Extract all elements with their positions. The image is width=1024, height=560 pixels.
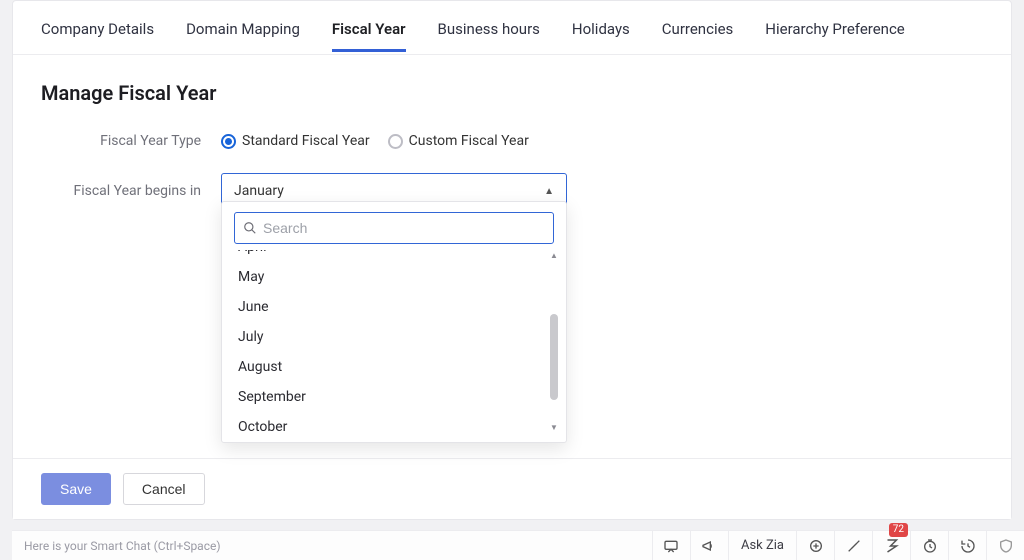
notification-badge: 72 xyxy=(889,523,908,537)
save-button[interactable]: Save xyxy=(41,473,111,505)
tab-bar: Company Details Domain Mapping Fiscal Ye… xyxy=(13,1,1011,55)
label-fiscal-type: Fiscal Year Type xyxy=(41,133,221,149)
scroll-thumb[interactable] xyxy=(550,314,558,400)
radio-standard-fiscal[interactable]: Standard Fiscal Year xyxy=(221,133,370,149)
megaphone-icon[interactable] xyxy=(690,531,728,560)
tab-currencies[interactable]: Currencies xyxy=(662,4,734,52)
radio-label: Standard Fiscal Year xyxy=(242,133,370,149)
dropdown-search-input[interactable] xyxy=(263,220,545,236)
option-may[interactable]: May xyxy=(222,262,546,292)
tab-business-hours[interactable]: Business hours xyxy=(438,4,540,52)
smart-chat-hint[interactable]: Here is your Smart Chat (Ctrl+Space) xyxy=(12,539,221,553)
chevron-up-icon: ▲ xyxy=(544,186,554,197)
option-september[interactable]: September xyxy=(222,382,546,412)
scrollbar[interactable]: ▲ ▼ xyxy=(550,252,558,432)
tab-domain-mapping[interactable]: Domain Mapping xyxy=(186,4,300,52)
history-icon[interactable] xyxy=(948,531,986,560)
page-title: Manage Fiscal Year xyxy=(41,81,983,105)
dropdown-search[interactable] xyxy=(234,212,554,244)
label-fiscal-begins: Fiscal Year begins in xyxy=(41,183,221,199)
search-icon xyxy=(243,221,257,235)
tab-fiscal-year[interactable]: Fiscal Year xyxy=(332,4,406,52)
radio-group-fiscal-type: Standard Fiscal Year Custom Fiscal Year xyxy=(221,133,529,149)
settings-card: Company Details Domain Mapping Fiscal Ye… xyxy=(12,0,1012,520)
radio-icon xyxy=(388,134,403,149)
radio-icon xyxy=(221,134,236,149)
radio-label: Custom Fiscal Year xyxy=(409,133,529,149)
tab-company-details[interactable]: Company Details xyxy=(41,4,154,52)
bottom-bar: Here is your Smart Chat (Ctrl+Space) Ask… xyxy=(12,530,1024,560)
zia-icon[interactable]: 72 xyxy=(872,531,910,560)
option-june[interactable]: June xyxy=(222,292,546,322)
tab-holidays[interactable]: Holidays xyxy=(572,4,630,52)
row-fiscal-type: Fiscal Year Type Standard Fiscal Year Cu… xyxy=(41,133,983,149)
clock-icon[interactable] xyxy=(910,531,948,560)
ask-zia-button[interactable]: Ask Zia xyxy=(728,531,796,560)
option-october[interactable]: October xyxy=(222,412,546,434)
options-list: April May June July August September Oct… xyxy=(222,250,560,434)
shield-icon[interactable] xyxy=(986,531,1024,560)
scroll-down-icon[interactable]: ▼ xyxy=(550,424,558,432)
scroll-up-icon[interactable]: ▲ xyxy=(550,252,558,260)
month-dropdown: April May June July August September Oct… xyxy=(221,201,567,443)
sparkle-icon[interactable] xyxy=(796,531,834,560)
month-select-value: January xyxy=(234,183,284,199)
radio-custom-fiscal[interactable]: Custom Fiscal Year xyxy=(388,133,529,149)
option-july[interactable]: July xyxy=(222,322,546,352)
chat-icon[interactable] xyxy=(652,531,690,560)
content-area: Manage Fiscal Year Fiscal Year Type Stan… xyxy=(13,55,1011,458)
option-april[interactable]: April xyxy=(222,250,546,262)
cancel-button[interactable]: Cancel xyxy=(123,473,205,505)
tab-hierarchy-preference[interactable]: Hierarchy Preference xyxy=(765,4,904,52)
option-august[interactable]: August xyxy=(222,352,546,382)
link-icon[interactable] xyxy=(834,531,872,560)
footer-actions: Save Cancel xyxy=(13,458,1011,519)
